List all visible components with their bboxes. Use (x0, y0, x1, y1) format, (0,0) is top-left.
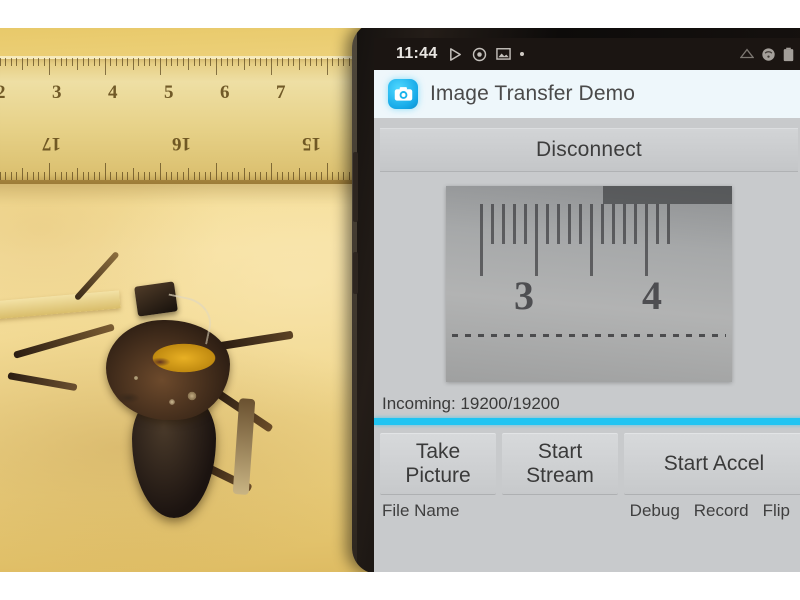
ruler-number: 5 (164, 82, 174, 103)
preview-tick (645, 204, 648, 276)
preview-dark-band (603, 186, 732, 204)
transfer-progress-fill (374, 418, 800, 425)
ruler-ticks-top (0, 58, 354, 76)
preview-tick (513, 204, 516, 244)
signal-icon (740, 48, 754, 59)
disconnect-button[interactable]: Disconnect (380, 128, 798, 172)
preview-tick (656, 204, 659, 244)
phone-screen: 11:44 Image Transfer Demo Disconnect 3 4… (374, 38, 800, 574)
beetle-circuit-backpack (108, 336, 212, 420)
bottom-letterbox (0, 572, 800, 600)
record-icon (472, 47, 486, 61)
take-picture-button[interactable]: Take Picture (380, 433, 496, 495)
preview-tick (568, 204, 571, 244)
preview-tick (590, 204, 593, 276)
start-accel-button[interactable]: Start Accel (624, 433, 800, 495)
smartphone: 11:44 Image Transfer Demo Disconnect 3 4… (352, 22, 800, 574)
camera-app-icon (388, 79, 418, 109)
ruler-number: 2 (0, 82, 6, 103)
app-content: Disconnect 34 Incoming: 19200/19200 Take… (374, 118, 800, 574)
phone-edge-highlight (352, 22, 357, 574)
received-image-preview[interactable]: 34 (446, 186, 732, 382)
footer-row: File Name Debug Record Flip (374, 495, 800, 521)
preview-tick (612, 204, 615, 244)
dot-icon (519, 52, 524, 56)
top-letterbox (0, 0, 800, 28)
file-name-label: File Name (382, 501, 460, 520)
start-stream-button[interactable]: Start Stream (502, 433, 618, 495)
ruler-number: 15 (302, 133, 321, 154)
record-toggle[interactable]: Record (694, 501, 749, 521)
beetle-leg (232, 398, 256, 495)
volume-up-button[interactable] (353, 152, 358, 222)
status-bar: 11:44 (374, 38, 800, 70)
preview-tick (480, 204, 483, 276)
cyborg-beetle (7, 250, 294, 518)
preview-tick (667, 204, 670, 244)
flip-toggle[interactable]: Flip (763, 501, 790, 521)
action-button-row: Take Picture Start Stream Start Accel (374, 425, 800, 495)
connection-section: Disconnect (374, 128, 800, 172)
preview-tick (524, 204, 527, 244)
volume-down-button[interactable] (353, 252, 358, 294)
preview-dashed-line (451, 334, 727, 337)
preview-tick (623, 204, 626, 244)
app-title: Image Transfer Demo (430, 82, 635, 105)
preview-tick (601, 204, 604, 244)
status-left-icons (448, 47, 524, 62)
ruler-number: 3 (52, 82, 62, 103)
screenshot-icon (495, 48, 511, 60)
transfer-progress-bar (374, 418, 800, 425)
preview-tick (535, 204, 538, 276)
disconnect-button-label: Disconnect (536, 138, 642, 161)
wifi-icon (762, 47, 775, 61)
take-picture-label: Take Picture (405, 440, 471, 487)
preview-tick (634, 204, 637, 244)
preview-tick (502, 204, 505, 244)
preview-tick (557, 204, 560, 244)
ruler-number: 7 (276, 82, 286, 103)
preview-tick (579, 204, 582, 244)
physical-ruler: 2 3 4 5 6 7 17 16 15 (0, 56, 354, 184)
start-stream-label: Start Stream (526, 440, 594, 487)
ruler-shadow (0, 178, 366, 204)
preview-tick (491, 204, 494, 244)
incoming-status: Incoming: 19200/19200 (382, 394, 560, 413)
battery-icon (783, 47, 794, 61)
status-right-icons (740, 47, 794, 62)
start-accel-label: Start Accel (663, 452, 765, 476)
app-bar: Image Transfer Demo (374, 70, 800, 118)
screenshot-stage: 234567 17 16 15 11:44 Image Transfer Dem… (0, 0, 800, 600)
ruler-number: 16 (172, 133, 191, 154)
ruler-number: 17 (42, 133, 61, 154)
debug-toggle[interactable]: Debug (630, 501, 680, 521)
camera-glyph-icon (394, 87, 412, 101)
ruler-number: 4 (108, 82, 118, 103)
preview-number: 4 (642, 273, 662, 318)
play-icon (449, 47, 461, 61)
preview-number: 3 (514, 273, 534, 318)
preview-tick (546, 204, 549, 244)
image-preview-area: 34 (374, 172, 800, 388)
status-clock: 11:44 (396, 45, 438, 62)
ruler-number: 6 (220, 82, 230, 103)
